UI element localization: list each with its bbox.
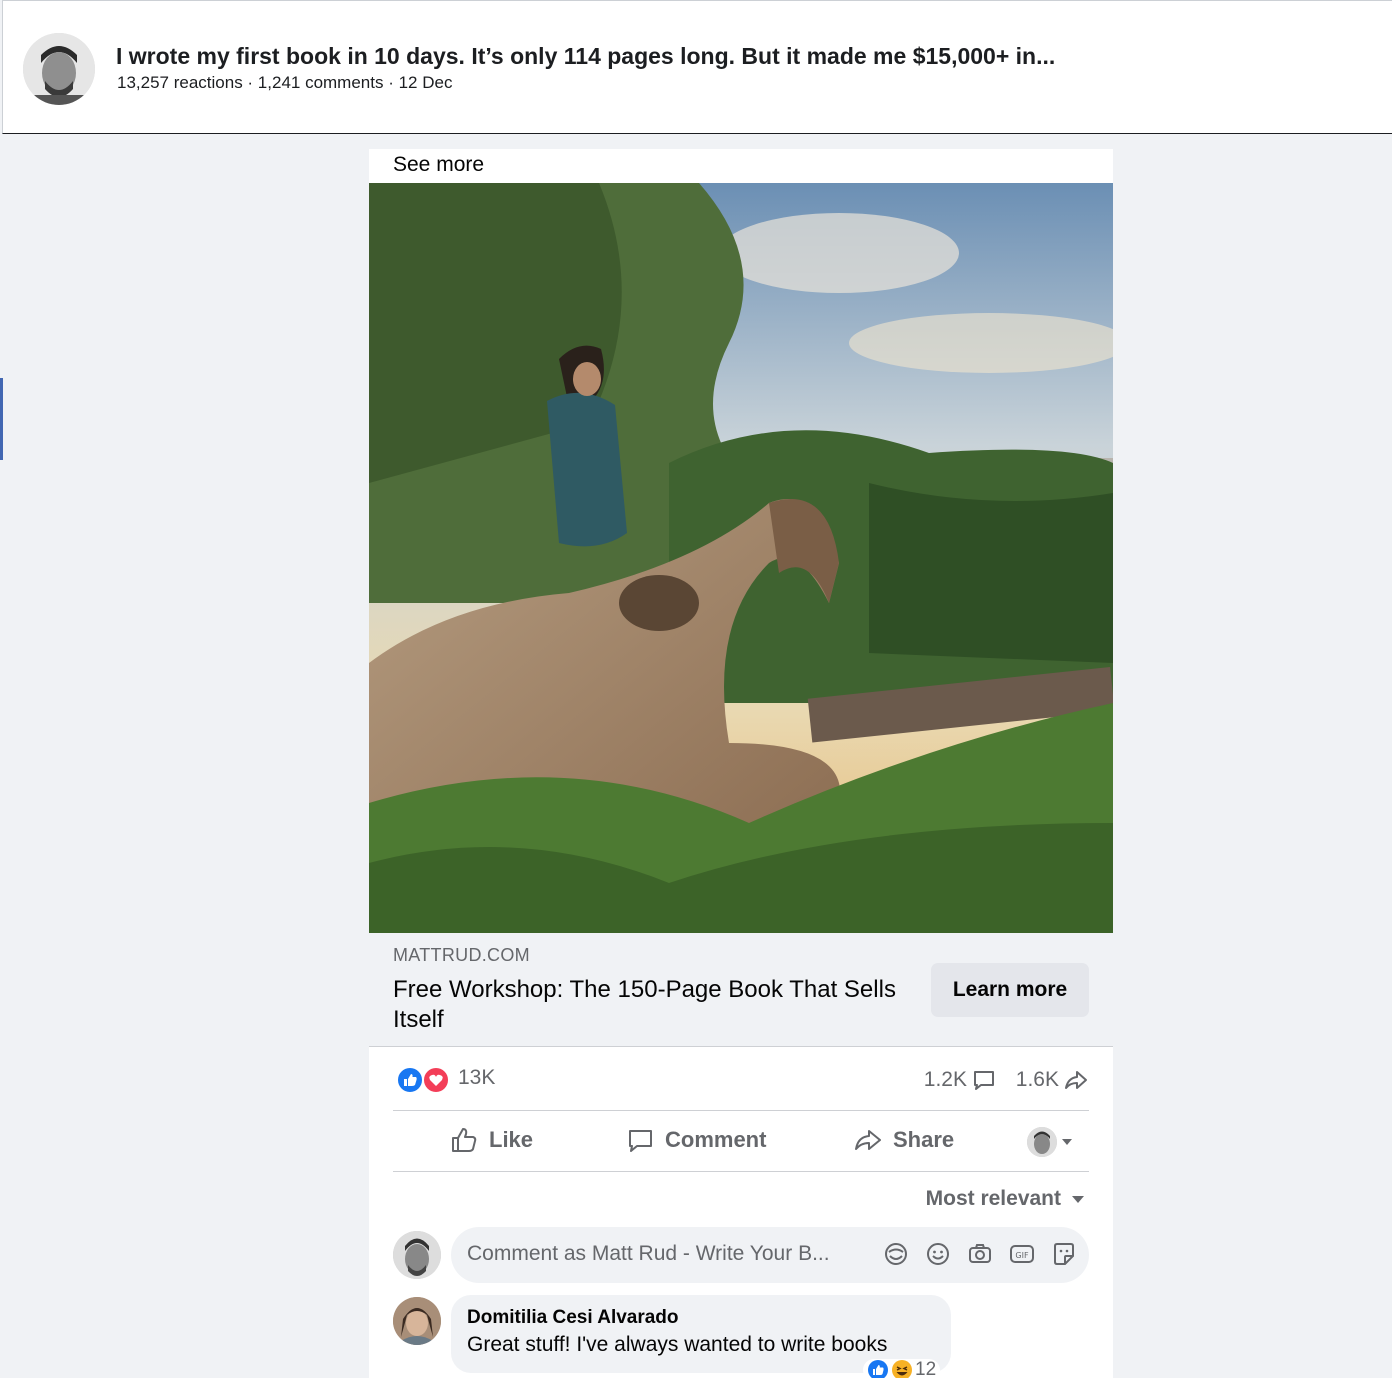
share-count-value: 1.6K [1015, 1068, 1059, 1091]
page-avatar [1027, 1127, 1057, 1157]
camera-icon[interactable] [967, 1240, 993, 1268]
comment-composer[interactable]: GIF [451, 1227, 1089, 1283]
like-label: Like [489, 1127, 534, 1152]
post-stats: 13K 1.2K 1.6K [393, 1059, 1089, 1099]
like-icon [452, 1128, 477, 1152]
reaction-icons[interactable] [395, 1065, 451, 1095]
comment-label: Comment [665, 1127, 767, 1152]
share-label: Share [893, 1127, 955, 1152]
learn-more-button[interactable]: Learn more [931, 963, 1089, 1017]
post-header-bar: I wrote my first book in 10 days. It’s o… [2, 0, 1392, 134]
comment-icon [974, 1071, 994, 1090]
link-title[interactable]: Free Workshop: The 150-Page Book That Se… [393, 975, 913, 1035]
comment-sort-dropdown[interactable]: Most relevant [926, 1187, 1085, 1211]
sort-label: Most relevant [925, 1187, 1061, 1210]
post-title[interactable]: I wrote my first book in 10 days. It’s o… [116, 43, 1055, 70]
link-preview[interactable]: MATTRUD.COM Free Workshop: The 150-Page … [369, 933, 1113, 1047]
caret-down-icon [1062, 1139, 1072, 1145]
share-icon [1065, 1071, 1087, 1089]
see-more-link[interactable]: See more [393, 153, 484, 177]
comment-text: Great stuff! I've always wanted to write… [467, 1333, 888, 1356]
comment-count-value: 1.2K [923, 1068, 967, 1091]
link-domain: MATTRUD.COM [393, 945, 530, 965]
composer-icons: GIF [883, 1240, 1077, 1268]
commenter-avatar[interactable] [393, 1297, 441, 1345]
share-icon [855, 1130, 881, 1150]
comment-input[interactable] [467, 1242, 867, 1266]
avatar-sticker-icon[interactable] [883, 1240, 909, 1268]
svg-text:GIF: GIF [1015, 1251, 1029, 1260]
comment-button[interactable]: Comment [625, 1125, 766, 1155]
author-avatar[interactable] [23, 33, 95, 105]
share-button[interactable]: Share [853, 1125, 954, 1155]
comment-author[interactable]: Domitilia Cesi Alvarado [467, 1307, 679, 1329]
reaction-count[interactable]: 13K [458, 1066, 495, 1090]
share-count[interactable]: 1.6K [1016, 1067, 1089, 1093]
bottom-edge [0, 1378, 1392, 1384]
post-actions: Like Comment Share [393, 1111, 1089, 1171]
comment-count[interactable]: 1.2K [924, 1067, 997, 1093]
like-button[interactable]: Like [449, 1125, 533, 1155]
composer-avatar [393, 1231, 441, 1279]
gif-icon[interactable]: GIF [1009, 1240, 1035, 1268]
post-meta: 13,257 reactions · 1,241 comments · 12 D… [117, 73, 453, 92]
comment-icon [629, 1130, 652, 1152]
emoji-icon[interactable] [925, 1240, 951, 1268]
left-accent-bar [0, 378, 3, 460]
post-card: See more MATTRUD.COM Free Workshop: The … [369, 149, 1113, 1384]
sticker-icon[interactable] [1051, 1240, 1077, 1268]
post-photo[interactable] [369, 183, 1113, 933]
post-as-selector[interactable] [1027, 1127, 1073, 1157]
divider [393, 1171, 1089, 1172]
caret-down-icon [1072, 1195, 1084, 1203]
